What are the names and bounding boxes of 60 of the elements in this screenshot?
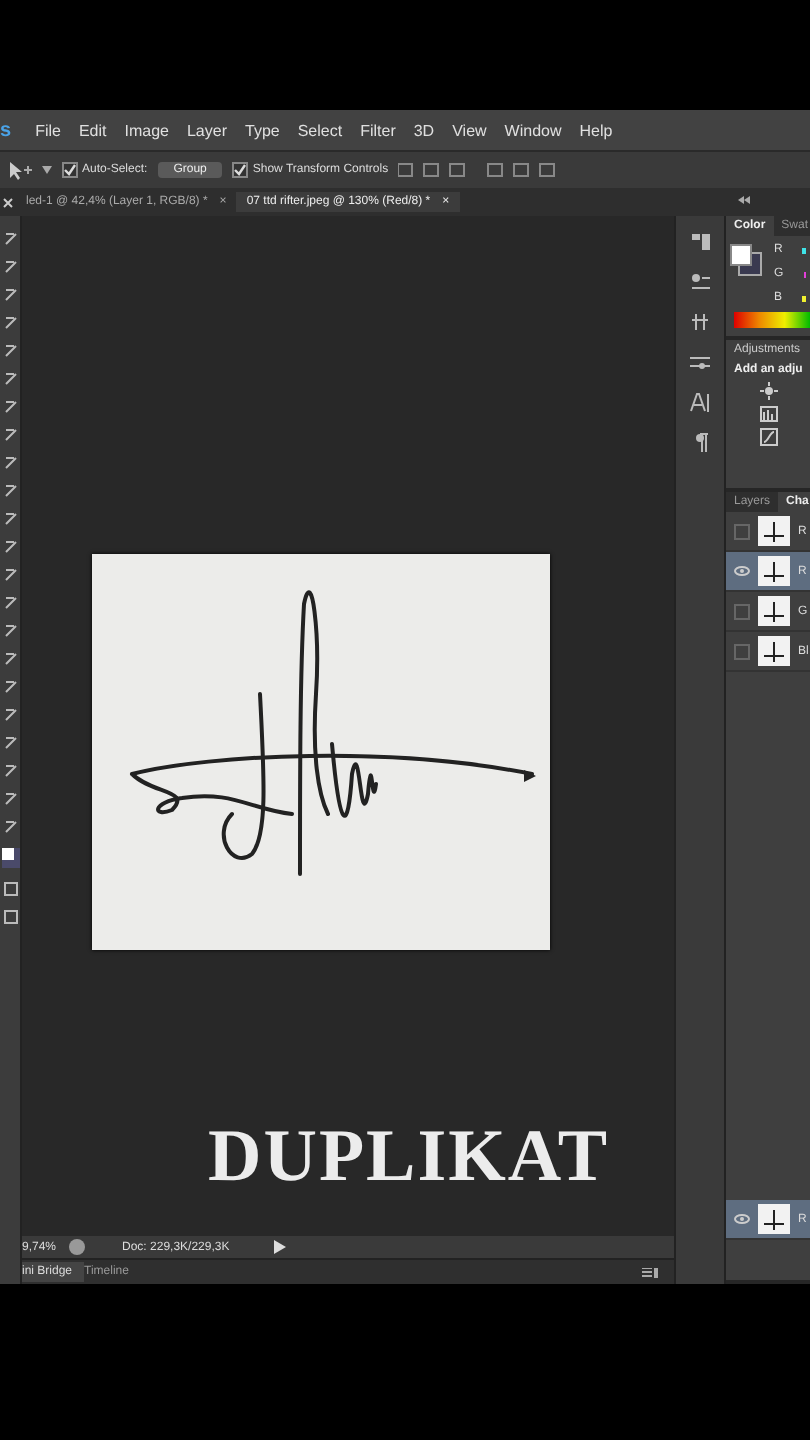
tool-icon[interactable] [3, 624, 17, 638]
tool-icon[interactable] [3, 736, 17, 750]
menu-item[interactable]: Window [504, 121, 562, 139]
tool-icon[interactable] [3, 428, 17, 442]
panel-icon[interactable] [689, 272, 711, 292]
menu-item[interactable]: Image [124, 121, 169, 139]
tool-icon[interactable] [3, 568, 17, 582]
eye-icon[interactable] [734, 566, 750, 576]
menu-item[interactable]: File [35, 121, 61, 139]
app-logo: s [0, 119, 12, 141]
foreground-color-swatch[interactable] [1, 848, 13, 860]
close-icon[interactable] [0, 197, 16, 207]
panel-menu-icon[interactable] [642, 1267, 658, 1277]
checkbox[interactable] [232, 162, 249, 178]
double-arrow-icon[interactable] [738, 196, 750, 204]
menu-item[interactable]: Layer [186, 121, 227, 139]
color-spectrum[interactable] [734, 312, 810, 328]
tool-icon[interactable] [3, 288, 17, 302]
info-icon[interactable] [68, 1238, 87, 1256]
menu-item[interactable]: Type [245, 121, 280, 139]
tool-icon[interactable] [3, 260, 17, 274]
tool-icon[interactable] [3, 708, 17, 722]
color-swatches-icon[interactable] [730, 244, 762, 276]
tool-icon[interactable] [3, 232, 17, 246]
tool-icon[interactable] [3, 820, 17, 834]
menu-item[interactable]: Select [297, 121, 343, 139]
paragraph-panel-icon[interactable] [693, 432, 707, 452]
tool-icon[interactable] [3, 456, 17, 470]
checkmark-icon [234, 164, 247, 176]
panel-icon[interactable] [689, 232, 711, 252]
panel-icon[interactable] [689, 352, 711, 372]
menu-item[interactable]: View [452, 121, 487, 139]
checkmark-icon [64, 164, 76, 176]
play-icon[interactable] [274, 1240, 287, 1254]
tool-icon[interactable] [3, 792, 17, 806]
tool-icon[interactable] [3, 652, 17, 666]
levels-icon[interactable] [759, 406, 777, 422]
tool-icon[interactable] [3, 316, 17, 330]
menu-item[interactable]: Filter [360, 121, 396, 139]
menu-item[interactable]: Help [579, 121, 613, 139]
tool-icon[interactable] [3, 372, 17, 386]
panel-icon[interactable] [689, 312, 711, 332]
checkbox[interactable] [62, 162, 78, 178]
tool-icon[interactable] [3, 512, 17, 526]
menu-item[interactable]: Edit [78, 121, 107, 139]
character-panel-icon[interactable] [690, 392, 710, 412]
tool-icon[interactable] [3, 764, 17, 778]
tool-icon[interactable] [3, 540, 17, 554]
tool-icon[interactable] [3, 400, 17, 414]
tool-icon[interactable] [3, 484, 17, 498]
move-tool-icon[interactable] [8, 160, 32, 180]
tool-icon[interactable] [3, 680, 17, 694]
tool-icon[interactable] [3, 344, 17, 358]
curves-icon[interactable] [759, 428, 777, 446]
menu-item[interactable]: 3D [413, 121, 435, 139]
brightness-icon[interactable] [759, 382, 777, 400]
caption-text: DUPLIKAT [208, 1114, 612, 1200]
tool-icon[interactable] [3, 596, 17, 610]
caret-icon[interactable] [42, 166, 52, 174]
eye-icon[interactable] [734, 1214, 750, 1224]
